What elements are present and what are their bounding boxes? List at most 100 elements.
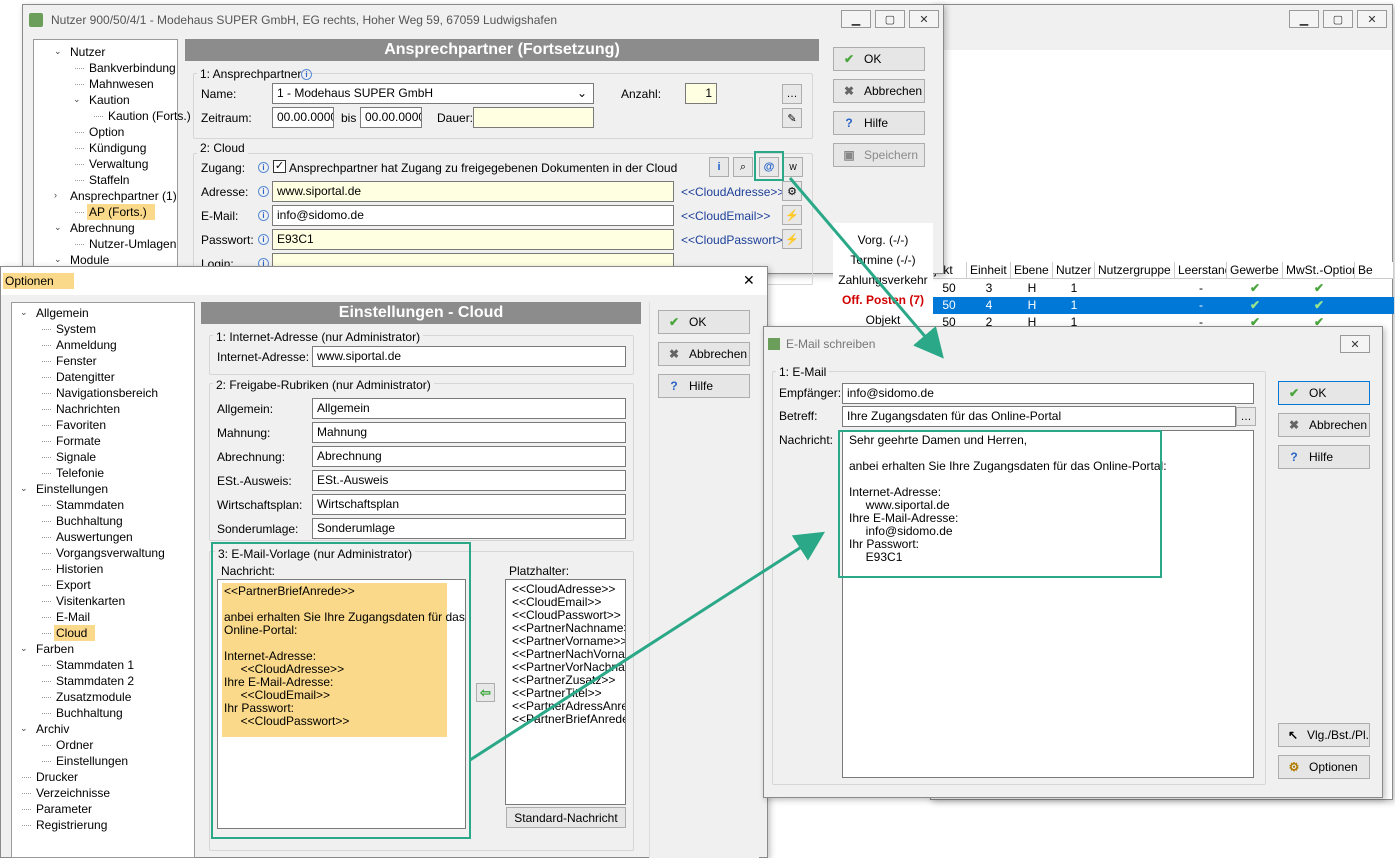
tree-item[interactable]: Parameter [34,801,94,817]
maximize-button[interactable]: ▢ [1323,10,1353,28]
insert-arrow-button[interactable]: ⇦ [476,683,495,702]
tree-item[interactable]: Ordner [54,737,95,753]
anzahl-field[interactable]: 1 [685,83,717,104]
tree-item[interactable]: Archiv [34,721,71,737]
tree-item[interactable]: Vorgangsverwaltung [54,545,167,561]
side-link[interactable]: Objekt [833,313,933,327]
tree-item[interactable]: Allgemein [34,305,91,321]
help-button[interactable]: ? Hilfe [658,374,750,398]
tree-item[interactable]: Staffeln [87,172,131,188]
lightning-icon[interactable]: ⚡ [782,205,802,225]
tree-item[interactable]: Fenster [54,353,99,369]
tree-item[interactable]: Nutzer-Umlagen [87,236,178,252]
tree-item[interactable]: Einstellungen [34,481,110,497]
to-date-field[interactable]: 00.00.0000 [360,107,422,128]
tree-item[interactable]: Buchhaltung [54,513,125,529]
help-button[interactable]: ? Hilfe [833,111,925,135]
ok-button[interactable]: ✔ OK [658,310,750,334]
tree-item[interactable]: Bankverbindung [87,60,178,76]
table-header[interactable]: Ebene [1011,262,1053,279]
info-icon[interactable]: i [258,234,269,245]
close-button[interactable]: ✕ [1340,335,1370,353]
tree-item[interactable]: Einstellungen [54,753,130,769]
tree-twisty-icon[interactable]: › [54,190,57,200]
tree-twisty-icon[interactable]: ⌄ [54,254,62,265]
name-select[interactable]: 1 - Modehaus SUPER GmbH ⌄ [272,83,594,104]
tree-item[interactable]: Anmeldung [54,337,119,353]
save-button[interactable]: ▣ Speichern [833,143,925,167]
tree-item[interactable]: Navigationsbereich [54,385,160,401]
info-icon[interactable]: i [258,162,269,173]
table-header[interactable]: Einheit [967,262,1011,279]
tree-twisty-icon[interactable]: ⌄ [20,307,28,318]
tree-item[interactable]: Kaution [87,92,132,108]
tree-item[interactable]: Buchhaltung [54,705,125,721]
tree-item[interactable]: Verwaltung [87,156,150,172]
ok-button[interactable]: ✔ OK [1278,381,1370,405]
email-field[interactable]: info@sidomo.de [272,205,674,226]
table-row[interactable]: 50 3 H 1 - ✔ ✔ [931,280,1394,297]
rubrik-field[interactable]: Allgemein [312,398,626,419]
zugang-checkbox[interactable]: ✓ [273,160,286,173]
tree-item[interactable]: Kaution (Forts.) [106,108,193,124]
tree-item[interactable]: Nutzer [68,44,107,60]
minimize-button[interactable]: ▁ [841,10,871,28]
tree-item[interactable]: Drucker [34,769,80,785]
tree-item[interactable]: Nachrichten [54,401,122,417]
tree-item[interactable]: Registrierung [34,817,109,833]
ok-button[interactable]: ✔ OK [833,47,925,71]
help-button[interactable]: ? Hilfe [1278,445,1370,469]
tree-item[interactable]: Option [87,124,126,140]
tree-item[interactable]: Abrechnung [68,220,137,236]
tree-item[interactable]: Farben [34,641,76,657]
empfaenger-field[interactable]: info@sidomo.de [842,383,1254,404]
side-link[interactable]: Termine (-/-) [833,253,933,267]
word-icon[interactable]: W [783,157,803,177]
platzhalter-list[interactable]: <<CloudAdresse>> <<CloudEmail>> <<CloudPas… [505,579,626,805]
lightning-icon[interactable]: ⚡ [782,229,802,249]
table-header[interactable]: Be [1355,262,1394,279]
tree-item[interactable]: AP (Forts.) [87,204,155,220]
maximize-button[interactable]: ▢ [875,10,905,28]
preview-icon[interactable]: ⌕ [733,157,753,177]
tree-item[interactable]: Ansprechpartner (1) [68,188,179,204]
table-header[interactable]: Gewerbe [1227,262,1283,279]
tree-twisty-icon[interactable]: ⌄ [73,94,81,105]
info-icon[interactable]: i [258,210,269,221]
table-header[interactable]: MwSt.-Option [1283,262,1355,279]
close-icon[interactable]: ✕ [743,272,755,289]
dauer-field[interactable] [473,107,594,128]
cancel-button[interactable]: ✖ Abbrechen [658,342,750,366]
platzhalter-item[interactable]: <<PartnerBriefAnrede>> [512,713,625,726]
table-header[interactable]: Leerstand [1175,262,1227,279]
tree-item[interactable]: Verzeichnisse [34,785,112,801]
more-button[interactable]: … [1236,407,1256,426]
tree-twisty-icon[interactable]: ⌄ [20,643,28,654]
tree-item[interactable]: Stammdaten 2 [54,673,136,689]
note-icon[interactable]: ✎ [782,108,802,128]
tree-item[interactable]: Zusatzmodule [54,689,133,705]
internet-field[interactable]: www.siportal.de [312,346,626,367]
settings-icon[interactable]: ⚙ [782,181,802,201]
rubrik-field[interactable]: Abrechnung [312,446,626,467]
side-link[interactable]: Off. Posten (7) [833,293,933,307]
tree-item[interactable]: Formate [54,433,103,449]
tree-item[interactable]: Export [54,577,93,593]
tree-item[interactable]: Signale [54,449,98,465]
optionen-button[interactable]: ⚙ Optionen [1278,755,1370,779]
side-link[interactable]: Vorg. (-/-) [833,233,933,247]
tree-twisty-icon[interactable]: ⌄ [20,723,28,734]
vlg-button[interactable]: ↖ Vlg./Bst./Pl. [1278,723,1370,747]
tree-item[interactable]: System [54,321,98,337]
standard-nachricht-button[interactable]: Standard-Nachricht [506,807,626,828]
passwort-field[interactable]: E93C1 [272,229,674,250]
info-button-icon[interactable]: i [709,157,729,177]
nutzer-tree[interactable]: ⌄ Nutzer Bankverbindung Mahnwesen ⌄ Kaution Ka… [33,39,191,275]
tree-item[interactable]: Favoriten [54,417,108,433]
betreff-field[interactable]: Ihre Zugangsdaten für das Online-Portal [842,406,1236,427]
rubrik-field[interactable]: Wirtschaftsplan [312,494,626,515]
more-button[interactable]: … [782,84,802,104]
rubrik-field[interactable]: Mahnung [312,422,626,443]
tree-item[interactable]: Stammdaten [54,497,126,513]
from-date-field[interactable]: 00.00.0000 [272,107,334,128]
